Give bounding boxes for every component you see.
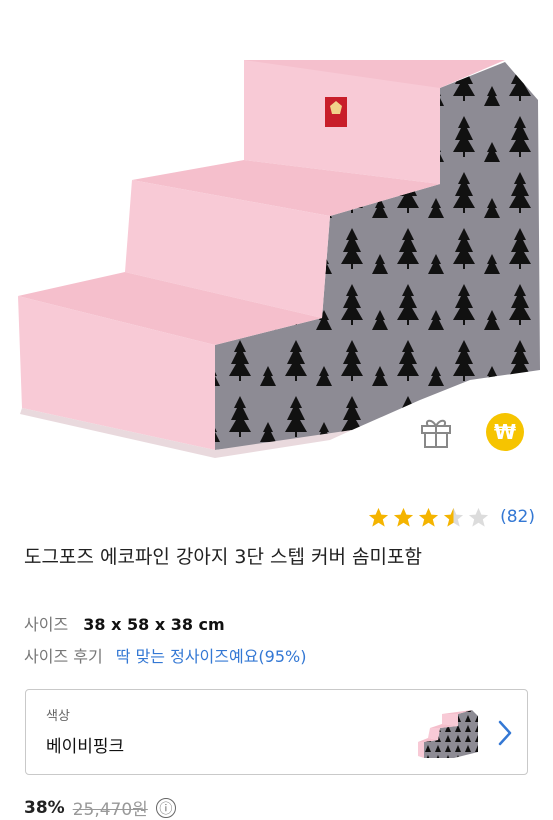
star-full-icon [419,507,439,527]
discount-rate: 38% [24,797,65,818]
price-row: 38% 25,470원 ⓘ [24,795,176,820]
size-label: 사이즈 [24,615,69,634]
coin-symbol: ₩ [493,420,517,444]
info-icon[interactable]: ⓘ [155,797,176,818]
size-review-value[interactable]: 딱 맞는 정사이즈예요(95%) [116,647,307,666]
pet-stairs-illustration [18,60,540,458]
star-half-icon [444,507,464,527]
product-title: 도그포즈 에코파인 강아지 3단 스텝 커버 솜미포함 [24,546,422,568]
option-label: 색상 [46,709,70,724]
option-thumbnail [418,710,478,758]
chevron-right-icon[interactable] [496,719,514,747]
size-review-info[interactable]: 사이즈 후기 딱 맞는 정사이즈예요(95%) [24,643,306,667]
option-value: 베이비핑크 [46,737,125,757]
gift-icon[interactable] [418,414,454,450]
review-count[interactable]: (82) [500,507,535,527]
won-coin-icon[interactable]: ₩ [486,413,524,451]
rating-stars[interactable]: (82) [367,504,535,530]
size-review-label: 사이즈 후기 [24,647,103,666]
size-value: 38 x 58 x 38 cm [83,615,225,634]
product-image[interactable] [0,0,553,480]
color-option-selector[interactable]: 색상 베이비핑크 [25,689,528,775]
size-info: 사이즈 38 x 58 x 38 cm [24,611,225,635]
star-full-icon [369,507,389,527]
star-full-icon [394,507,414,527]
star-empty-icon [469,507,489,527]
original-price: 25,470원 [72,800,148,820]
